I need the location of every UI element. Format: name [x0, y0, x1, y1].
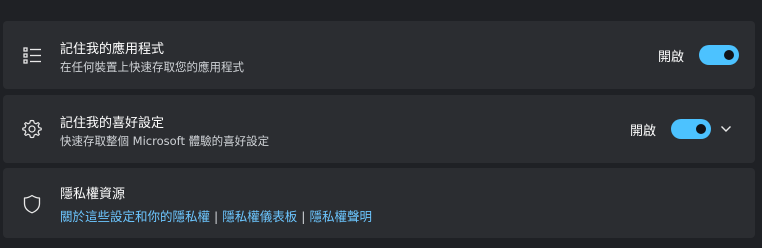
- remember-apps-title: 記住我的應用程式: [60, 42, 165, 57]
- gear-icon: [22, 119, 42, 139]
- link-separator: |: [301, 209, 306, 224]
- privacy-statement-link[interactable]: 隱私權聲明: [309, 209, 372, 224]
- privacy-links: 關於這些設定和你的隱私權 | 隱私權儀表板 | 隱私權聲明: [60, 206, 372, 225]
- remember-preferences-toggle[interactable]: [671, 119, 711, 139]
- remember-apps-state-label: 開啟: [658, 50, 685, 65]
- remember-preferences-card[interactable]: 記住我的喜好設定 快速存取整個 Microsoft 體驗的喜好設定 開啟: [3, 95, 755, 163]
- settings-page: 記住我的應用程式 在任何裝置上快速存取您的應用程式 開啟 記住我的喜好設定 快速…: [0, 0, 762, 248]
- shield-icon: [23, 194, 41, 214]
- toggle-knob: [724, 50, 734, 60]
- remember-preferences-title: 記住我的喜好設定: [60, 116, 165, 131]
- remember-apps-card: 記住我的應用程式 在任何裝置上快速存取您的應用程式 開啟: [3, 21, 755, 89]
- remember-preferences-state-label: 開啟: [630, 124, 657, 139]
- about-settings-privacy-link[interactable]: 關於這些設定和你的隱私權: [60, 209, 210, 224]
- remember-preferences-description: 快速存取整個 Microsoft 體驗的喜好設定: [60, 134, 270, 148]
- remember-apps-description: 在任何裝置上快速存取您的應用程式: [60, 60, 244, 74]
- privacy-dashboard-link[interactable]: 隱私權儀表板: [222, 209, 297, 224]
- toggle-knob: [696, 124, 706, 134]
- privacy-resources-title: 隱私權資源: [60, 187, 126, 202]
- chevron-down-icon[interactable]: [720, 123, 732, 135]
- privacy-resources-card: 隱私權資源 關於這些設定和你的隱私權 | 隱私權儀表板 | 隱私權聲明: [3, 168, 755, 238]
- remember-apps-toggle[interactable]: [699, 45, 739, 65]
- link-separator: |: [214, 209, 219, 224]
- list-icon: [23, 47, 41, 64]
